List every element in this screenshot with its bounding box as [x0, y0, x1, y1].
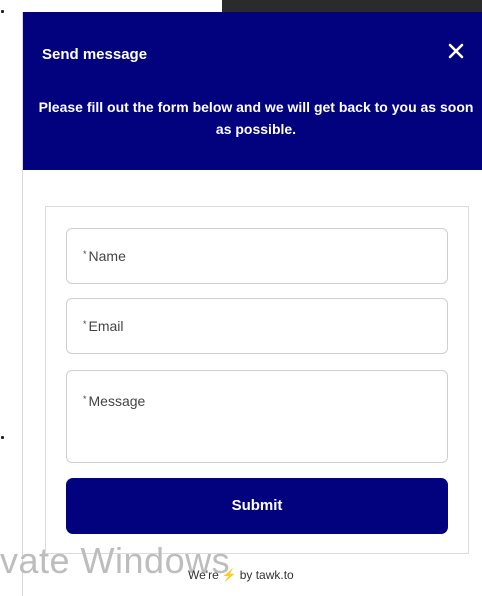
footer-prefix: We're [188, 568, 219, 582]
left-page-edge [0, 0, 22, 596]
edge-mark [1, 10, 4, 13]
name-field[interactable]: * Name [66, 228, 448, 284]
header-title: Send message [42, 46, 148, 63]
required-mark: * [83, 249, 87, 259]
header-description: Please fill out the form below and we wi… [38, 99, 474, 137]
submit-button[interactable]: Submit [66, 478, 448, 534]
edge-mark [1, 436, 4, 439]
chat-widget: Send message Please fill out the form be… [22, 12, 482, 596]
required-mark: * [83, 394, 87, 404]
background-window-bar [222, 0, 482, 12]
message-label: Message [88, 393, 146, 409]
required-mark: * [83, 319, 87, 329]
footer-brand: by tawk.to [239, 568, 294, 582]
email-field[interactable]: * Email [66, 298, 448, 354]
email-label: Email [88, 318, 124, 334]
message-field[interactable]: * Message [66, 370, 448, 463]
lightning-icon: ⚡ [221, 568, 237, 582]
name-placeholder: * Name [83, 248, 126, 264]
name-label: Name [88, 248, 126, 264]
message-form: * Name * Email * Message Submit [45, 206, 469, 554]
message-placeholder: * Message [83, 393, 145, 409]
widget-header: Send message Please fill out the form be… [23, 12, 482, 170]
close-icon[interactable] [445, 40, 467, 62]
powered-by-footer[interactable]: We're ⚡ by tawk.to [188, 568, 294, 582]
email-placeholder: * Email [83, 318, 124, 334]
